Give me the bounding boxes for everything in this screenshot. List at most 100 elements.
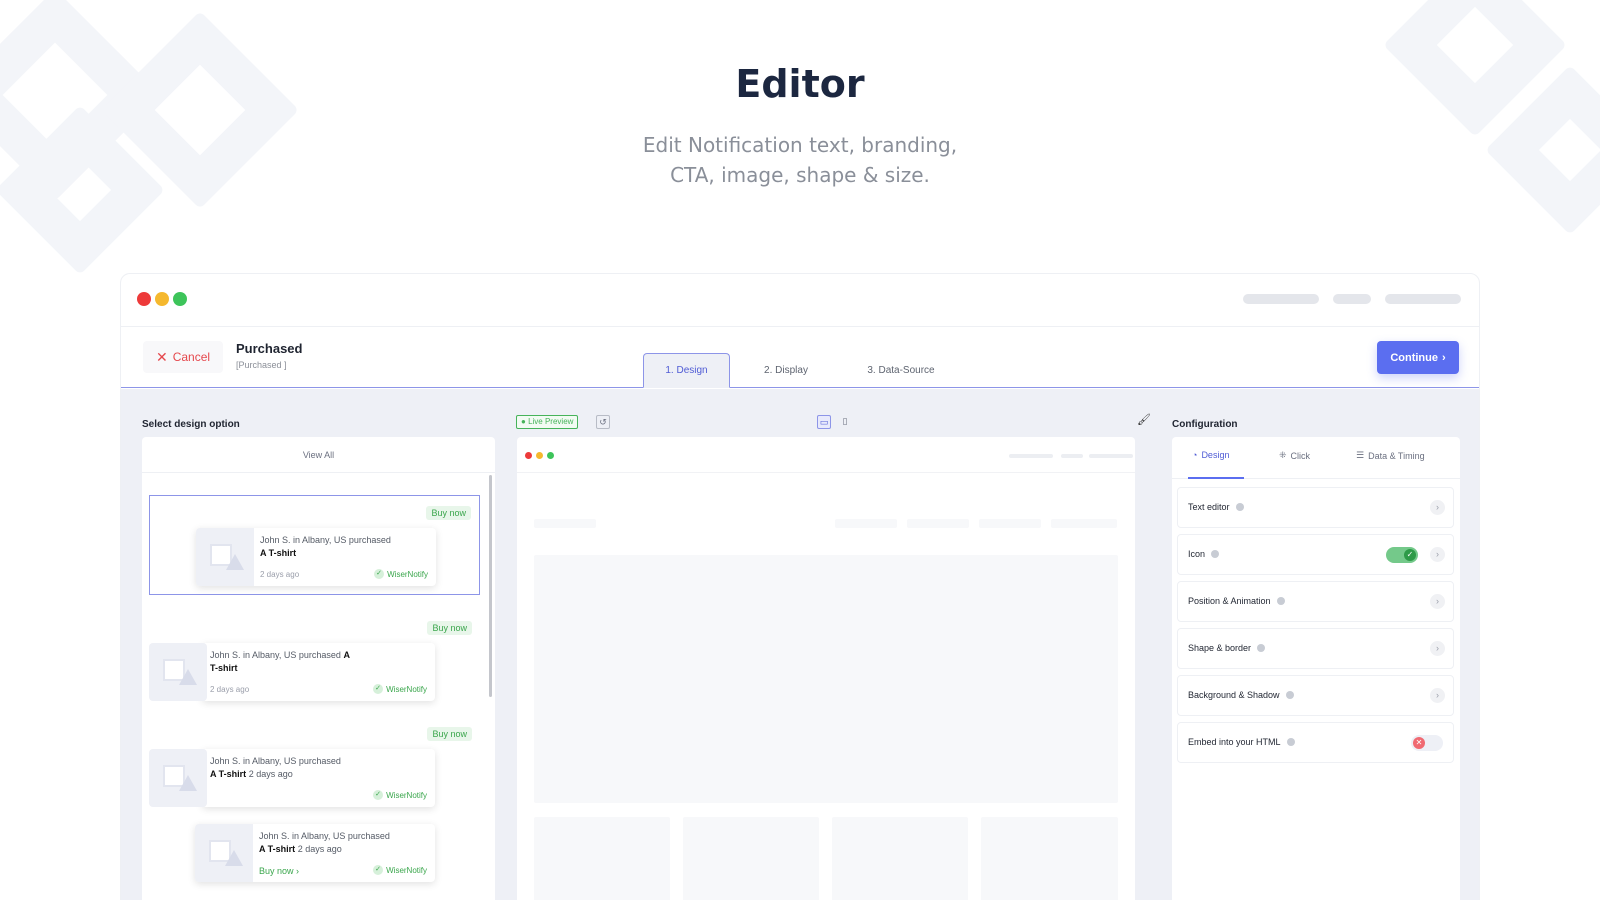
ghost-text (534, 519, 596, 528)
config-row-label: Embed into your HTML (1188, 737, 1295, 747)
live-preview-pane (517, 437, 1135, 900)
configuration-panel: ◔ Design ⁜ Click ☰ Data & Timing Text ed… (1172, 437, 1460, 900)
buy-now-cta: Buy now › (259, 866, 300, 876)
tab-label: 2. Display (764, 365, 808, 376)
config-tab-data-timing[interactable]: ☰ Data & Timing (1356, 450, 1425, 461)
design-options-panel: View All Buy now John S. in Albany, US p… (142, 437, 495, 900)
config-tab-design[interactable]: ◔ Design (1192, 450, 1229, 460)
buy-now-badge: Buy now (426, 506, 471, 520)
check-icon: ✓ (373, 684, 384, 694)
info-icon (1235, 503, 1244, 511)
chevron-right-icon[interactable]: › (1430, 641, 1445, 656)
configuration-heading: Configuration (1172, 419, 1238, 430)
card-message: John S. in Albany, US purchased A T-shir… (259, 830, 431, 856)
buy-now-badge: Buy now (427, 621, 472, 635)
config-row-label-text: Text editor (1188, 502, 1230, 512)
config-row-embed-html[interactable]: Embed into your HTML ✕ (1177, 722, 1454, 763)
card-brand-text: WiserNotify (387, 569, 428, 579)
icon-toggle[interactable]: ✓ (1386, 547, 1418, 563)
tab-design[interactable]: 1. Design (643, 353, 730, 388)
app-window: ✕ Cancel Purchased [Purchased ] 1. Desig… (120, 273, 1480, 900)
image-placeholder-icon (196, 528, 254, 586)
mobile-view-icon[interactable]: ▯ (838, 415, 852, 429)
preview-dot (536, 452, 543, 459)
chevron-right-icon[interactable]: › (1430, 594, 1445, 609)
continue-label: Continue (1390, 351, 1438, 364)
notification-card: John S. in Albany, US purchased A T-shir… (196, 528, 436, 586)
design-option[interactable]: Buy now John S. in Albany, US purchased … (149, 495, 480, 595)
config-row-position-animation[interactable]: Position & Animation › (1177, 581, 1454, 622)
close-window-dot[interactable] (137, 292, 151, 306)
chevron-right-icon[interactable]: › (1430, 547, 1445, 562)
ghost-nav (979, 519, 1041, 528)
card-brand-text: WiserNotify (386, 684, 427, 694)
config-row-shape-border[interactable]: Shape & border › (1177, 628, 1454, 669)
subtitle-line-2: CTA, image, shape & size. (670, 163, 930, 187)
preview-dot (525, 452, 532, 459)
page-subtitle: Edit Notification text, branding, CTA, i… (0, 130, 1600, 190)
tab-label: 3. Data-Source (867, 365, 935, 376)
paint-brush-icon[interactable]: 🖌 (1137, 413, 1151, 426)
sliders-icon: ☰ (1356, 450, 1365, 460)
buy-now-cta-text: Buy now (259, 866, 294, 876)
chevron-right-icon[interactable]: › (1430, 688, 1445, 703)
image-placeholder-icon (195, 824, 253, 882)
design-option[interactable]: Buy now John S. in Albany, US purchased … (149, 611, 480, 711)
scrollbar[interactable] (489, 475, 492, 697)
ghost-card (534, 817, 670, 900)
notification-card: John S. in Albany, US purchased A T-shir… (195, 824, 435, 882)
placeholder-pill (1009, 454, 1053, 458)
live-preview-label: Live Preview (528, 417, 574, 426)
card-product: A T-shirt (259, 844, 296, 854)
config-tabs: ◔ Design ⁜ Click ☰ Data & Timing (1172, 437, 1460, 479)
design-option[interactable]: John S. in Albany, US purchased A T-shir… (149, 802, 480, 900)
card-message-text: John S. in Albany, US purchased (260, 535, 391, 545)
config-row-background-shadow[interactable]: Background & Shadow › (1177, 675, 1454, 716)
config-tab-click[interactable]: ⁜ Click (1279, 450, 1310, 461)
card-product: A T-shirt (260, 548, 297, 558)
config-row-label: Icon (1188, 549, 1220, 559)
live-preview-badge[interactable]: ● Live Preview (516, 415, 579, 429)
config-row-label: Background & Shadow (1188, 690, 1294, 700)
tab-display[interactable]: 2. Display (741, 353, 831, 388)
maximize-window-dot[interactable] (173, 292, 187, 306)
desktop-view-icon[interactable]: ▭ (817, 415, 831, 429)
page-title: Editor (735, 62, 865, 106)
config-row-icon[interactable]: Icon ✓ › (1177, 534, 1454, 575)
card-time: 2 days ago (297, 844, 342, 854)
notification-name: Purchased (236, 341, 303, 356)
config-row-label-text: Background & Shadow (1188, 690, 1280, 700)
tab-data-source[interactable]: 3. Data-Source (841, 353, 961, 388)
ghost-hero (534, 555, 1118, 803)
config-row-label: Position & Animation (1188, 596, 1285, 606)
placeholder-pill (1333, 294, 1371, 304)
cancel-button[interactable]: ✕ Cancel (143, 341, 223, 373)
card-brand: ✓ WiserNotify (373, 790, 427, 800)
view-all-link[interactable]: View All (142, 437, 495, 473)
editor-header: ✕ Cancel Purchased [Purchased ] 1. Desig… (121, 327, 1479, 388)
buy-now-badge: Buy now (427, 727, 472, 741)
notification-card: John S. in Albany, US purchased A T-shir… (149, 643, 435, 701)
close-icon: ✕ (155, 349, 168, 365)
info-icon (1285, 691, 1294, 699)
config-row-label-text: Position & Animation (1188, 596, 1271, 606)
ghost-nav (835, 519, 897, 528)
embed-toggle[interactable]: ✕ (1411, 735, 1443, 751)
card-time: 2 days ago (210, 685, 250, 694)
check-icon: ✓ (373, 865, 384, 875)
chevron-right-icon: › (1442, 351, 1446, 364)
image-placeholder-icon (149, 643, 207, 701)
chevron-right-icon[interactable]: › (1430, 500, 1445, 515)
ghost-nav (1051, 519, 1117, 528)
continue-button[interactable]: Continue › (1377, 341, 1459, 374)
reset-icon[interactable]: ↺ (596, 415, 610, 429)
ghost-card (981, 817, 1118, 900)
config-row-text-editor[interactable]: Text editor › (1177, 487, 1454, 528)
tab-label: 1. Design (665, 365, 708, 376)
cancel-label: Cancel (172, 350, 211, 364)
ghost-nav (907, 519, 969, 528)
subtitle-line-1: Edit Notification text, branding, (642, 133, 958, 157)
ghost-card (683, 817, 819, 900)
minimize-window-dot[interactable] (155, 292, 169, 306)
card-message-text: John S. in Albany, US purchased (259, 831, 390, 841)
